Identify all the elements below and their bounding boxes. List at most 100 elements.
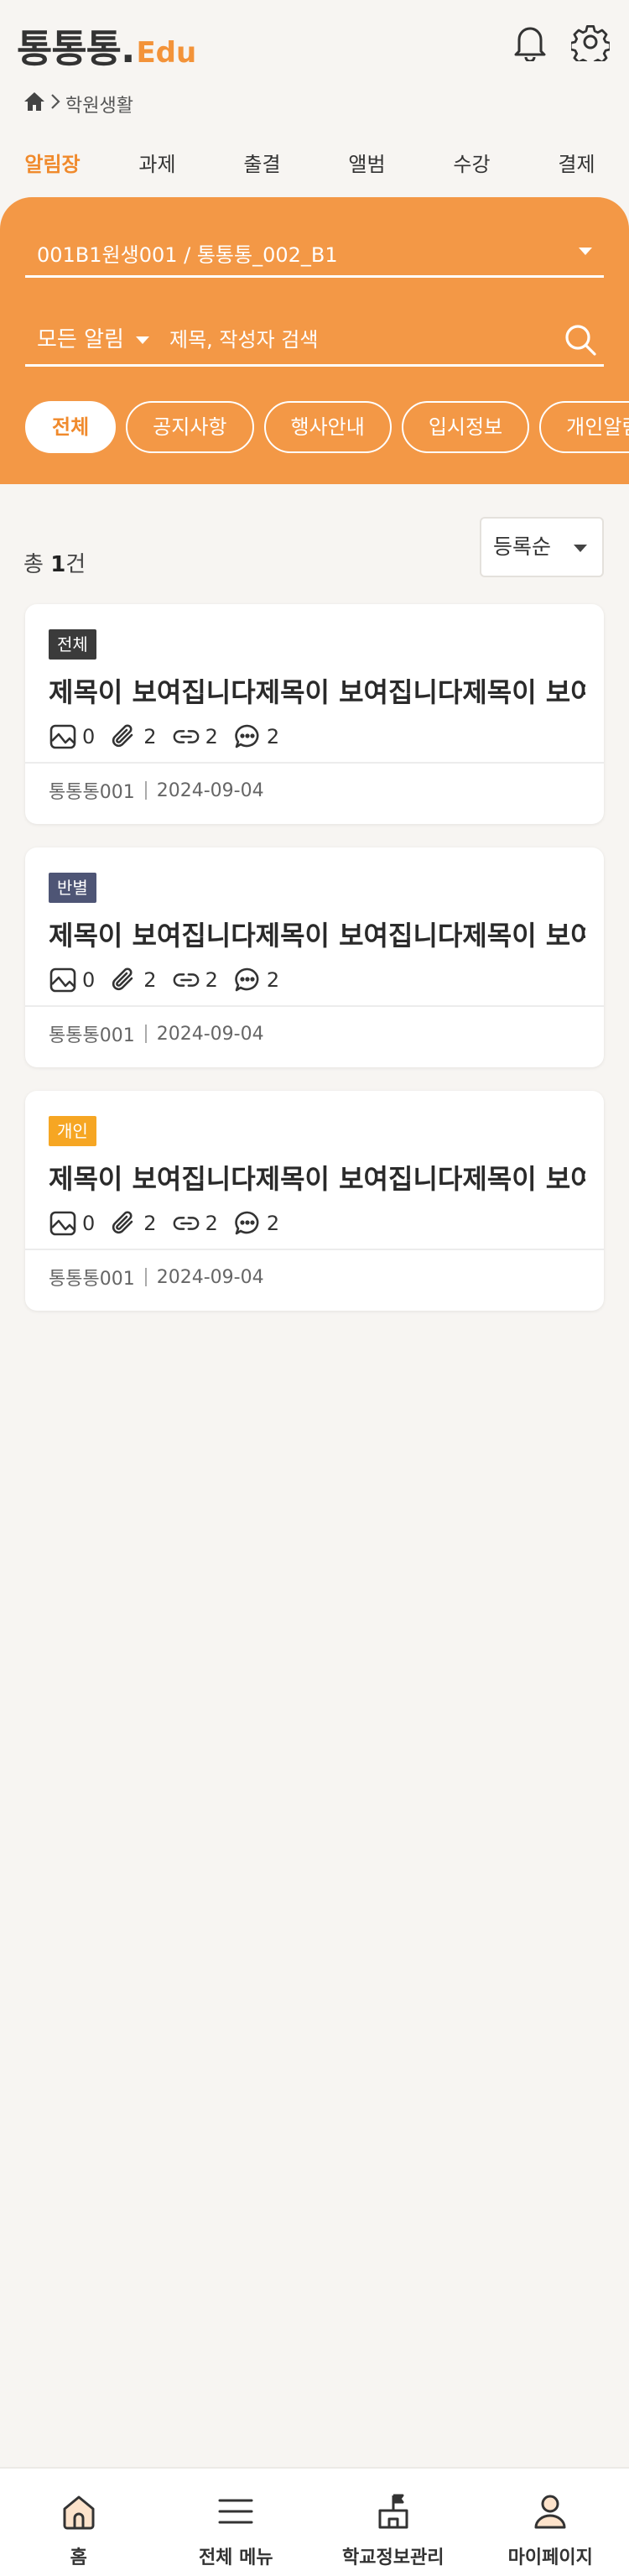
- author: 통통통001: [49, 782, 135, 803]
- home-icon[interactable]: [23, 91, 45, 117]
- tab-album[interactable]: 앨범: [314, 148, 419, 185]
- bell-icon[interactable]: [508, 20, 552, 64]
- search-input[interactable]: [159, 321, 557, 358]
- user-icon: [529, 2490, 571, 2536]
- paperclip-icon: [110, 1209, 138, 1238]
- chevron-right-icon: [50, 93, 60, 115]
- divider: [144, 1025, 147, 1043]
- comment-count: 2: [266, 725, 280, 748]
- divider: [25, 1005, 604, 1007]
- caret-down-icon: [136, 336, 149, 344]
- link-count: 2: [205, 1212, 218, 1235]
- image-icon: [49, 1209, 77, 1238]
- divider: [144, 1268, 147, 1286]
- logo-edu-text: Edu: [136, 36, 197, 70]
- author: 통통통001: [49, 1269, 135, 1290]
- logo-main-text: 통통통.: [17, 26, 135, 71]
- notice-title: 제목이 보여집니다제목이 보여집니다제목이 보여..: [49, 1163, 585, 1195]
- class-select[interactable]: 001B1원생001 / 통통통_002_B1: [25, 231, 604, 278]
- link-count: 2: [205, 725, 218, 748]
- card-footer: 통통통001 2024-09-04: [49, 1264, 264, 1291]
- nav-mypage[interactable]: 마이페이지: [472, 2469, 629, 2576]
- tab-attendance[interactable]: 출결: [210, 148, 314, 185]
- gear-icon[interactable]: [569, 20, 612, 64]
- menu-icon: [215, 2490, 257, 2536]
- image-count: 0: [82, 1212, 96, 1235]
- count-prefix: 총: [23, 552, 51, 577]
- paperclip-icon: [110, 966, 138, 994]
- card-footer: 통통통001 2024-09-04: [49, 1020, 264, 1047]
- result-count: 총 1건: [23, 547, 86, 578]
- breadcrumb: 학원생활: [23, 89, 133, 119]
- tab-course[interactable]: 수강: [419, 148, 524, 185]
- notice-card[interactable]: 반별 제목이 보여집니다제목이 보여집니다제목이 보여.. 0 2 2 2 통통…: [25, 847, 604, 1067]
- notice-meta: 0 2 2 2: [49, 1207, 289, 1240]
- notice-type-dropdown[interactable]: 모든 알림: [25, 323, 159, 357]
- post-date: 2024-09-04: [156, 780, 264, 801]
- notice-title: 제목이 보여집니다제목이 보여집니다제목이 보여..: [49, 920, 585, 952]
- caret-down-icon: [574, 545, 587, 552]
- chip-admission[interactable]: 입시정보: [401, 401, 530, 453]
- tab-assignment[interactable]: 과제: [105, 148, 210, 185]
- tab-payment[interactable]: 결제: [524, 148, 629, 185]
- post-date: 2024-09-04: [156, 1266, 264, 1288]
- link-count: 2: [205, 968, 218, 992]
- category-badge: 개인: [49, 1116, 96, 1146]
- comment-icon: [233, 1209, 262, 1238]
- count-suffix: 건: [65, 552, 86, 577]
- sort-dropdown[interactable]: 등록순: [480, 517, 604, 577]
- caret-down-icon: [579, 248, 592, 255]
- attachment-count: 2: [143, 1212, 157, 1235]
- category-badge: 전체: [49, 629, 96, 660]
- nav-menu[interactable]: 전체 메뉴: [158, 2469, 315, 2576]
- nav-label: 마이페이지: [507, 2547, 593, 2568]
- school-icon: [372, 2490, 414, 2536]
- search-bar: 모든 알림: [25, 315, 604, 367]
- notice-meta: 0 2 2 2: [49, 720, 289, 754]
- attachment-count: 2: [143, 725, 157, 748]
- notice-meta: 0 2 2 2: [49, 963, 289, 997]
- home-icon: [58, 2490, 100, 2536]
- category-badge: 반별: [49, 873, 96, 903]
- divider: [25, 762, 604, 764]
- app-logo[interactable]: 통통통. Edu: [17, 18, 196, 74]
- notice-card[interactable]: 개인 제목이 보여집니다제목이 보여집니다제목이 보여.. 0 2 2 2 통통…: [25, 1091, 604, 1311]
- image-icon: [49, 722, 77, 751]
- class-select-value: 001B1원생001 / 통통통_002_B1: [37, 243, 338, 267]
- image-count: 0: [82, 968, 96, 992]
- link-icon: [172, 722, 200, 751]
- comment-icon: [233, 966, 262, 994]
- image-count: 0: [82, 725, 96, 748]
- paperclip-icon: [110, 722, 138, 751]
- comment-count: 2: [266, 968, 280, 992]
- notice-type-value: 모든 알림: [37, 326, 124, 352]
- chip-announcement[interactable]: 공지사항: [126, 401, 254, 453]
- card-footer: 통통통001 2024-09-04: [49, 777, 264, 804]
- notice-title: 제목이 보여집니다제목이 보여집니다제목이 보여..: [49, 676, 585, 708]
- breadcrumb-current: 학원생활: [65, 96, 133, 117]
- nav-home[interactable]: 홈: [0, 2469, 158, 2576]
- comment-count: 2: [266, 1212, 280, 1235]
- bottom-navigation: 홈 전체 메뉴 학교정보관리 마이페이지: [0, 2467, 629, 2576]
- filter-panel: 001B1원생001 / 통통통_002_B1 모든 알림 전체 공지사항 행사…: [0, 197, 629, 484]
- divider: [144, 781, 147, 800]
- chip-personal[interactable]: 개인알림: [539, 401, 629, 453]
- nav-label: 학교정보관리: [342, 2547, 444, 2568]
- sort-value: 등록순: [493, 534, 552, 559]
- notice-card[interactable]: 전체 제목이 보여집니다제목이 보여집니다제목이 보여.. 0 2 2 2 통통…: [25, 604, 604, 824]
- tab-notice[interactable]: 알림장: [0, 148, 105, 185]
- divider: [25, 1249, 604, 1250]
- nav-label: 전체 메뉴: [198, 2547, 273, 2568]
- comment-icon: [233, 722, 262, 751]
- category-chips: 전체 공지사항 행사안내 입시정보 개인알림: [25, 401, 629, 455]
- link-icon: [172, 966, 200, 994]
- section-tabs: 알림장 과제 출결 앨범 수강 결제: [0, 148, 629, 185]
- attachment-count: 2: [143, 968, 157, 992]
- app-header: 통통통. Edu: [0, 0, 629, 84]
- link-icon: [172, 1209, 200, 1238]
- nav-school-info[interactable]: 학교정보관리: [314, 2469, 472, 2576]
- chip-all[interactable]: 전체: [25, 401, 117, 453]
- chip-event[interactable]: 행사안내: [263, 401, 392, 453]
- count-value: 1: [50, 552, 66, 577]
- search-icon[interactable]: [557, 316, 604, 363]
